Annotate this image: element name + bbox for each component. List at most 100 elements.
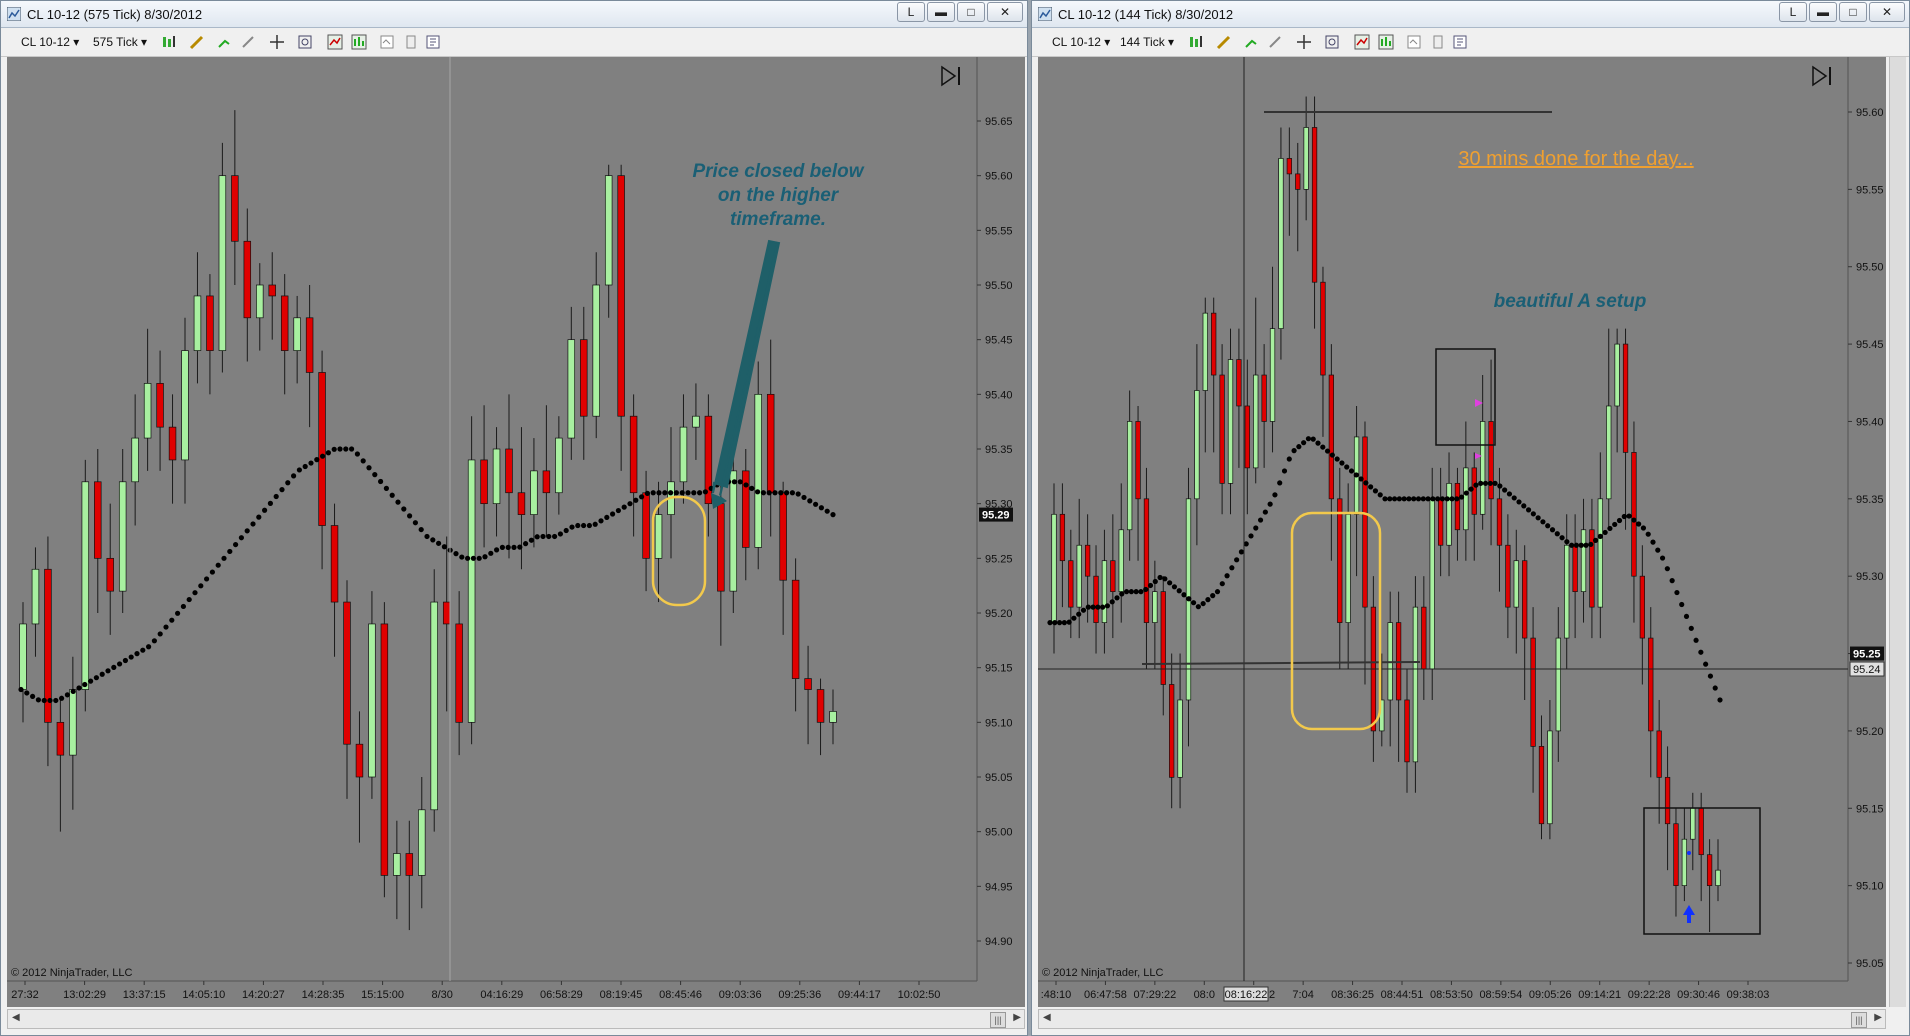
moving-average-dot: [1210, 593, 1216, 599]
price-tick-label: 95.60: [985, 171, 1013, 183]
moving-average-dot: [436, 540, 442, 546]
moving-average-dot: [1502, 487, 1508, 493]
left-titlebar[interactable]: CL 10-12 (575 Tick) 8/30/2012 L ▬ □ ✕: [1, 1, 1027, 28]
left-candlestick-chart[interactable]: 95.6595.6095.5595.5095.4595.4095.3595.30…: [7, 57, 1025, 1007]
scroll-right-arrow[interactable]: ▶: [1013, 1012, 1021, 1023]
window-link-icon[interactable]: [1452, 34, 1468, 50]
moving-average-dot: [343, 446, 349, 452]
crosshair-icon[interactable]: [269, 34, 285, 50]
zoom-icon[interactable]: [1324, 34, 1340, 50]
bullish-candle: [1480, 421, 1486, 515]
moving-average-dot: [146, 644, 152, 650]
instrument-selector[interactable]: CL 10-12 ▾: [21, 35, 79, 49]
bearish-candle: [355, 743, 364, 778]
price-tick-label: 95.20: [1856, 726, 1884, 738]
scroll-left-arrow[interactable]: ◀: [1043, 1012, 1051, 1023]
moving-average-dot: [1511, 495, 1517, 501]
moving-average-dot: [1497, 483, 1503, 489]
bar-type-icon[interactable]: [1188, 34, 1204, 50]
bearish-candle: [1311, 127, 1318, 283]
bullish-candle: [393, 853, 401, 876]
time-tick-label: 7:04: [1292, 989, 1313, 1001]
indicator-icon[interactable]: [217, 34, 233, 50]
close-button[interactable]: ✕: [987, 2, 1023, 22]
moving-average-dot: [1195, 604, 1201, 610]
scroll-right-arrow[interactable]: ▶: [1874, 1012, 1882, 1023]
moving-average-dot: [830, 512, 836, 518]
scroll-thumb[interactable]: |||: [990, 1012, 1006, 1028]
moving-average-dot: [105, 668, 111, 674]
data-box-icon[interactable]: [379, 34, 395, 50]
window-link-icon[interactable]: [425, 34, 441, 50]
link-button[interactable]: L: [1779, 2, 1807, 22]
time-tick-label: 13:02:29: [63, 989, 106, 1001]
moving-average-dot: [378, 478, 384, 485]
properties-icon[interactable]: [327, 34, 343, 50]
moving-average-dot: [325, 450, 331, 456]
moving-average-dot: [517, 544, 523, 550]
bearish-candle: [1648, 637, 1654, 732]
drawing-tool-icon[interactable]: [189, 34, 205, 50]
moving-average-dot: [1516, 499, 1522, 505]
right-chart-area[interactable]: 95.60 95.55 95.50 95.45 95.40 95.35 95.30 95.25…: [1038, 57, 1886, 1012]
bullish-candle: [1606, 405, 1612, 500]
right-vertical-scrollbar[interactable]: [1889, 57, 1906, 1007]
moving-average-dot: [1679, 601, 1685, 608]
template-icon[interactable]: [1430, 34, 1446, 50]
close-button[interactable]: ✕: [1869, 2, 1905, 22]
right-candlestick-chart[interactable]: 95.60 95.55 95.50 95.45 95.40 95.35 95.30 95.25…: [1038, 57, 1886, 1007]
minimize-button[interactable]: ▬: [1809, 2, 1837, 22]
data-box-icon[interactable]: [1406, 34, 1422, 50]
moving-average-dot: [1109, 599, 1115, 605]
moving-average-dot: [314, 457, 320, 463]
moving-average-dot: [1683, 613, 1690, 620]
price-tick-label: 95.05: [1856, 958, 1884, 970]
minimize-button[interactable]: ▬: [927, 2, 955, 22]
time-tick-label: 09:14:21: [1578, 989, 1621, 1001]
time-tick-label: 08:0: [1194, 989, 1215, 1001]
moving-average-dot: [1664, 566, 1670, 572]
interval-selector[interactable]: 575 Tick ▾: [93, 35, 147, 49]
time-tick-label: 8/30: [431, 989, 452, 1001]
right-titlebar[interactable]: CL 10-12 (144 Tick) 8/30/2012 L ▬ □ ✕: [1032, 1, 1909, 28]
indicators-panel-icon[interactable]: [1378, 34, 1394, 50]
bearish-candle: [1505, 544, 1511, 608]
bearish-candle: [1639, 575, 1645, 639]
indicators-panel-icon[interactable]: [351, 34, 367, 50]
moving-average-dot: [273, 493, 279, 500]
moving-average-dot: [117, 661, 123, 667]
bar-type-icon[interactable]: [161, 34, 177, 50]
moving-average-dot: [1372, 488, 1379, 494]
template-icon[interactable]: [403, 34, 419, 50]
strategy-icon[interactable]: [241, 34, 257, 50]
price-tick-label: 95.10: [985, 717, 1013, 729]
moving-average-dot: [1167, 580, 1173, 586]
scroll-thumb[interactable]: |||: [1851, 1012, 1867, 1028]
properties-icon[interactable]: [1354, 34, 1370, 50]
price-tick-label: 95.65: [985, 116, 1013, 128]
bullish-candle: [1253, 374, 1259, 469]
interval-selector[interactable]: 144 Tick ▾: [1120, 35, 1174, 49]
right-horizontal-scrollbar[interactable]: ◀ ||| ▶: [1038, 1009, 1886, 1029]
left-horizontal-scrollbar[interactable]: ◀ ||| ▶: [7, 1009, 1025, 1029]
moving-average-dot: [1190, 600, 1197, 606]
instrument-selector[interactable]: CL 10-12 ▾: [1052, 35, 1110, 49]
moving-average-dot: [1621, 513, 1627, 520]
drawing-tool-icon[interactable]: [1216, 34, 1232, 50]
maximize-button[interactable]: □: [1839, 2, 1867, 22]
maximize-button[interactable]: □: [957, 2, 985, 22]
bearish-candle: [542, 470, 551, 494]
indicator-icon[interactable]: [1244, 34, 1260, 50]
left-chart-area[interactable]: 95.65 95.60 95.55 95.50 95.45 95.40 95.35 95.30…: [7, 57, 1025, 1012]
crosshair-icon[interactable]: [1296, 34, 1312, 50]
scroll-left-arrow[interactable]: ◀: [12, 1012, 20, 1023]
bearish-candle: [766, 393, 775, 494]
bearish-candle: [617, 175, 625, 417]
moving-average-dot: [1473, 482, 1479, 488]
bullish-candle: [1580, 529, 1587, 593]
moving-average-dot: [1530, 511, 1536, 517]
strategy-icon[interactable]: [1268, 34, 1284, 50]
link-button[interactable]: L: [897, 2, 925, 22]
bullish-candle: [1227, 359, 1234, 484]
zoom-icon[interactable]: [297, 34, 313, 50]
